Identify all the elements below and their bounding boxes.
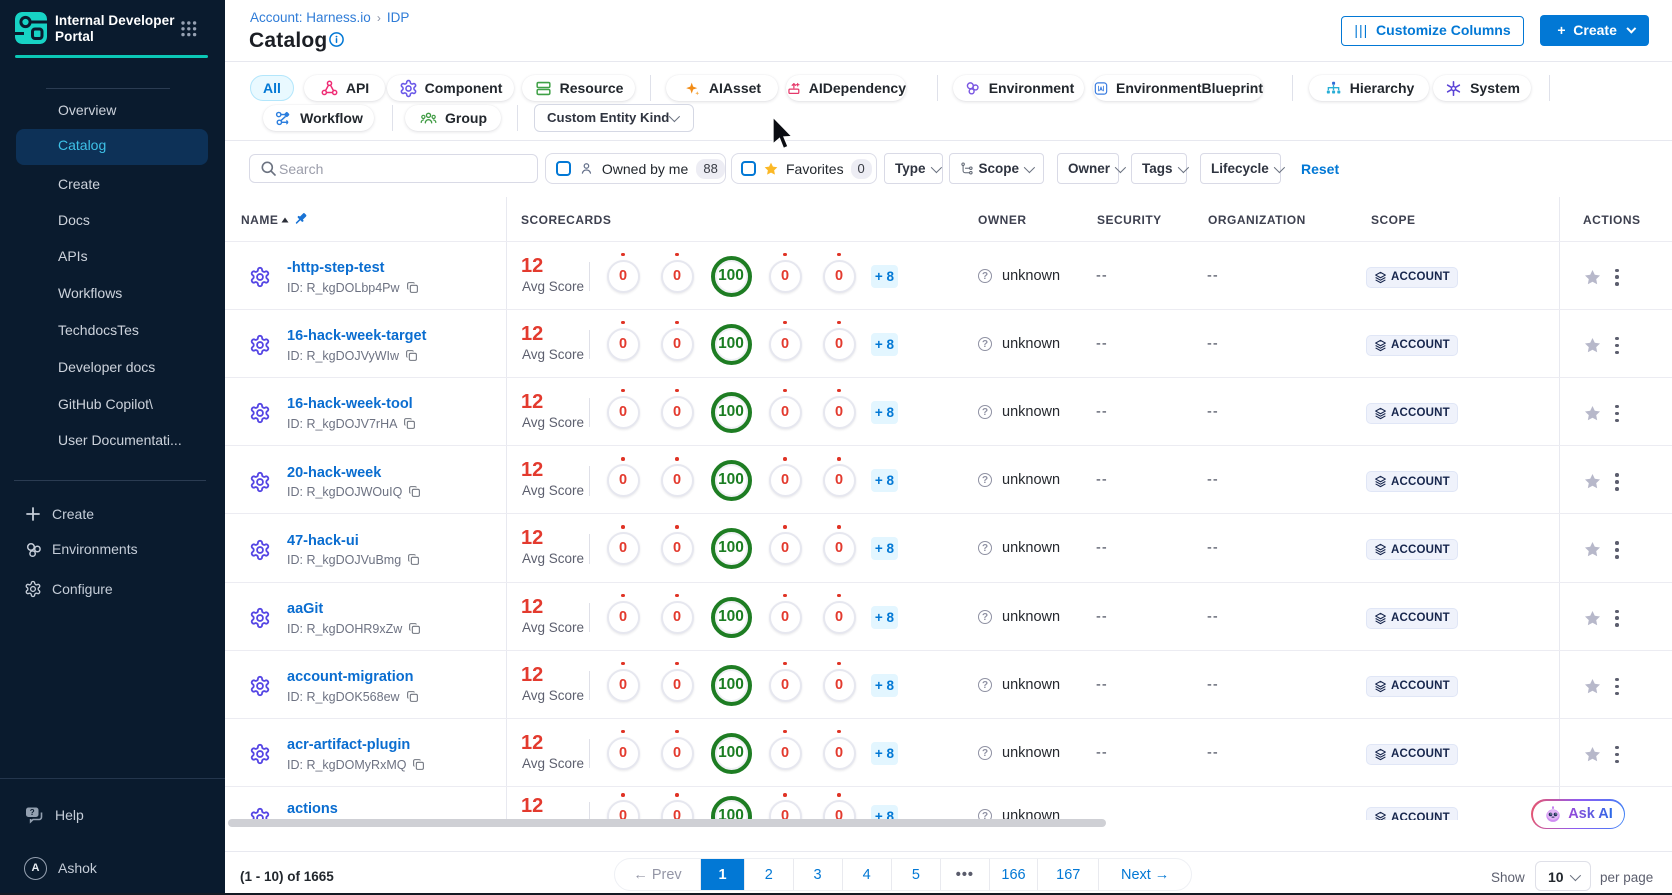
svg-text:?: ? — [30, 808, 35, 817]
